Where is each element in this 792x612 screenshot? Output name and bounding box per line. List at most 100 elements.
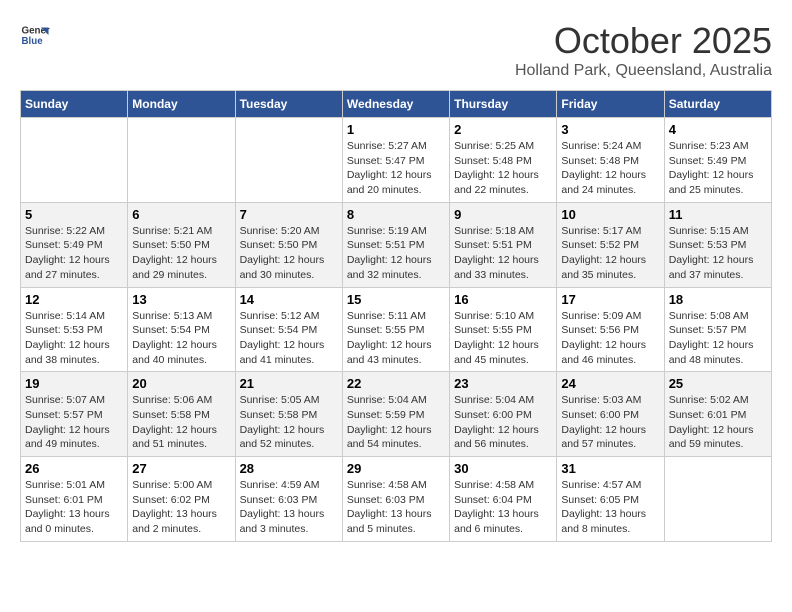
day-info: Sunrise: 5:01 AM Sunset: 6:01 PM Dayligh… bbox=[25, 478, 123, 537]
calendar-day-cell: 25 Sunrise: 5:02 AM Sunset: 6:01 PM Dayli… bbox=[664, 372, 771, 457]
weekday-header: Friday bbox=[557, 91, 664, 118]
calendar-day-cell: 5 Sunrise: 5:22 AM Sunset: 5:49 PM Daylig… bbox=[21, 202, 128, 287]
calendar-week-row: 5 Sunrise: 5:22 AM Sunset: 5:49 PM Daylig… bbox=[21, 202, 772, 287]
day-info: Sunrise: 5:05 AM Sunset: 5:58 PM Dayligh… bbox=[240, 393, 338, 452]
day-info: Sunrise: 5:22 AM Sunset: 5:49 PM Dayligh… bbox=[25, 224, 123, 283]
day-number: 10 bbox=[561, 207, 659, 222]
day-number: 9 bbox=[454, 207, 552, 222]
day-number: 18 bbox=[669, 292, 767, 307]
calendar-table: SundayMondayTuesdayWednesdayThursdayFrid… bbox=[20, 90, 772, 542]
calendar-day-cell: 14 Sunrise: 5:12 AM Sunset: 5:54 PM Dayli… bbox=[235, 287, 342, 372]
day-info: Sunrise: 5:11 AM Sunset: 5:55 PM Dayligh… bbox=[347, 309, 445, 368]
calendar-day-cell: 1 Sunrise: 5:27 AM Sunset: 5:47 PM Daylig… bbox=[342, 118, 449, 203]
calendar-day-cell: 19 Sunrise: 5:07 AM Sunset: 5:57 PM Dayli… bbox=[21, 372, 128, 457]
day-info: Sunrise: 4:58 AM Sunset: 6:04 PM Dayligh… bbox=[454, 478, 552, 537]
day-info: Sunrise: 5:03 AM Sunset: 6:00 PM Dayligh… bbox=[561, 393, 659, 452]
day-info: Sunrise: 5:06 AM Sunset: 5:58 PM Dayligh… bbox=[132, 393, 230, 452]
calendar-week-row: 19 Sunrise: 5:07 AM Sunset: 5:57 PM Dayli… bbox=[21, 372, 772, 457]
calendar-day-cell: 18 Sunrise: 5:08 AM Sunset: 5:57 PM Dayli… bbox=[664, 287, 771, 372]
page-header: General Blue October 2025 Holland Park, … bbox=[20, 20, 772, 80]
day-number: 24 bbox=[561, 376, 659, 391]
day-number: 1 bbox=[347, 122, 445, 137]
day-info: Sunrise: 5:27 AM Sunset: 5:47 PM Dayligh… bbox=[347, 139, 445, 198]
day-info: Sunrise: 5:12 AM Sunset: 5:54 PM Dayligh… bbox=[240, 309, 338, 368]
day-number: 22 bbox=[347, 376, 445, 391]
month-title: October 2025 bbox=[515, 20, 772, 62]
calendar-day-cell: 12 Sunrise: 5:14 AM Sunset: 5:53 PM Dayli… bbox=[21, 287, 128, 372]
location-title: Holland Park, Queensland, Australia bbox=[515, 62, 772, 80]
calendar-day-cell bbox=[21, 118, 128, 203]
weekday-header-row: SundayMondayTuesdayWednesdayThursdayFrid… bbox=[21, 91, 772, 118]
day-number: 30 bbox=[454, 461, 552, 476]
calendar-day-cell: 11 Sunrise: 5:15 AM Sunset: 5:53 PM Dayli… bbox=[664, 202, 771, 287]
day-number: 19 bbox=[25, 376, 123, 391]
day-info: Sunrise: 5:02 AM Sunset: 6:01 PM Dayligh… bbox=[669, 393, 767, 452]
logo-icon: General Blue bbox=[20, 20, 50, 50]
calendar-week-row: 26 Sunrise: 5:01 AM Sunset: 6:01 PM Dayli… bbox=[21, 457, 772, 542]
calendar-day-cell: 3 Sunrise: 5:24 AM Sunset: 5:48 PM Daylig… bbox=[557, 118, 664, 203]
weekday-header: Wednesday bbox=[342, 91, 449, 118]
day-info: Sunrise: 5:10 AM Sunset: 5:55 PM Dayligh… bbox=[454, 309, 552, 368]
calendar-day-cell: 29 Sunrise: 4:58 AM Sunset: 6:03 PM Dayli… bbox=[342, 457, 449, 542]
day-number: 27 bbox=[132, 461, 230, 476]
calendar-day-cell: 20Sunrise: 5:06 AM Sunset: 5:58 PM Dayli… bbox=[128, 372, 235, 457]
day-info: Sunrise: 5:17 AM Sunset: 5:52 PM Dayligh… bbox=[561, 224, 659, 283]
day-info: Sunrise: 5:24 AM Sunset: 5:48 PM Dayligh… bbox=[561, 139, 659, 198]
calendar-day-cell: 4 Sunrise: 5:23 AM Sunset: 5:49 PM Daylig… bbox=[664, 118, 771, 203]
day-number: 14 bbox=[240, 292, 338, 307]
calendar-day-cell bbox=[235, 118, 342, 203]
day-info: Sunrise: 5:19 AM Sunset: 5:51 PM Dayligh… bbox=[347, 224, 445, 283]
day-number: 25 bbox=[669, 376, 767, 391]
calendar-day-cell: 31Sunrise: 4:57 AM Sunset: 6:05 PM Dayli… bbox=[557, 457, 664, 542]
day-number: 28 bbox=[240, 461, 338, 476]
calendar-day-cell: 8 Sunrise: 5:19 AM Sunset: 5:51 PM Daylig… bbox=[342, 202, 449, 287]
calendar-week-row: 1 Sunrise: 5:27 AM Sunset: 5:47 PM Daylig… bbox=[21, 118, 772, 203]
day-number: 5 bbox=[25, 207, 123, 222]
calendar-day-cell: 23 Sunrise: 5:04 AM Sunset: 6:00 PM Dayli… bbox=[450, 372, 557, 457]
calendar-day-cell: 21 Sunrise: 5:05 AM Sunset: 5:58 PM Dayli… bbox=[235, 372, 342, 457]
calendar-day-cell: 27 Sunrise: 5:00 AM Sunset: 6:02 PM Dayli… bbox=[128, 457, 235, 542]
calendar-day-cell: 16Sunrise: 5:10 AM Sunset: 5:55 PM Dayli… bbox=[450, 287, 557, 372]
calendar-day-cell: 6 Sunrise: 5:21 AM Sunset: 5:50 PM Daylig… bbox=[128, 202, 235, 287]
day-info: Sunrise: 5:21 AM Sunset: 5:50 PM Dayligh… bbox=[132, 224, 230, 283]
day-number: 31 bbox=[561, 461, 659, 476]
day-info: Sunrise: 4:59 AM Sunset: 6:03 PM Dayligh… bbox=[240, 478, 338, 537]
day-info: Sunrise: 5:04 AM Sunset: 5:59 PM Dayligh… bbox=[347, 393, 445, 452]
calendar-day-cell: 13Sunrise: 5:13 AM Sunset: 5:54 PM Dayli… bbox=[128, 287, 235, 372]
day-info: Sunrise: 5:08 AM Sunset: 5:57 PM Dayligh… bbox=[669, 309, 767, 368]
day-info: Sunrise: 5:07 AM Sunset: 5:57 PM Dayligh… bbox=[25, 393, 123, 452]
calendar-day-cell: 2 Sunrise: 5:25 AM Sunset: 5:48 PM Daylig… bbox=[450, 118, 557, 203]
day-number: 4 bbox=[669, 122, 767, 137]
day-number: 23 bbox=[454, 376, 552, 391]
calendar-day-cell: 26 Sunrise: 5:01 AM Sunset: 6:01 PM Dayli… bbox=[21, 457, 128, 542]
day-number: 12 bbox=[25, 292, 123, 307]
day-info: Sunrise: 5:18 AM Sunset: 5:51 PM Dayligh… bbox=[454, 224, 552, 283]
day-info: Sunrise: 5:14 AM Sunset: 5:53 PM Dayligh… bbox=[25, 309, 123, 368]
day-number: 2 bbox=[454, 122, 552, 137]
calendar-day-cell bbox=[128, 118, 235, 203]
day-number: 11 bbox=[669, 207, 767, 222]
weekday-header: Saturday bbox=[664, 91, 771, 118]
logo: General Blue bbox=[20, 20, 50, 50]
day-number: 6 bbox=[132, 207, 230, 222]
day-number: 26 bbox=[25, 461, 123, 476]
day-info: Sunrise: 5:13 AM Sunset: 5:54 PM Dayligh… bbox=[132, 309, 230, 368]
weekday-header: Sunday bbox=[21, 91, 128, 118]
day-number: 21 bbox=[240, 376, 338, 391]
calendar-day-cell bbox=[664, 457, 771, 542]
day-number: 8 bbox=[347, 207, 445, 222]
day-info: Sunrise: 5:23 AM Sunset: 5:49 PM Dayligh… bbox=[669, 139, 767, 198]
day-number: 15 bbox=[347, 292, 445, 307]
day-number: 3 bbox=[561, 122, 659, 137]
calendar-day-cell: 22 Sunrise: 5:04 AM Sunset: 5:59 PM Dayli… bbox=[342, 372, 449, 457]
day-info: Sunrise: 5:04 AM Sunset: 6:00 PM Dayligh… bbox=[454, 393, 552, 452]
day-number: 29 bbox=[347, 461, 445, 476]
day-info: Sunrise: 4:58 AM Sunset: 6:03 PM Dayligh… bbox=[347, 478, 445, 537]
calendar-day-cell: 9 Sunrise: 5:18 AM Sunset: 5:51 PM Daylig… bbox=[450, 202, 557, 287]
calendar-day-cell: 15 Sunrise: 5:11 AM Sunset: 5:55 PM Dayli… bbox=[342, 287, 449, 372]
day-info: Sunrise: 5:00 AM Sunset: 6:02 PM Dayligh… bbox=[132, 478, 230, 537]
day-info: Sunrise: 5:15 AM Sunset: 5:53 PM Dayligh… bbox=[669, 224, 767, 283]
day-info: Sunrise: 5:25 AM Sunset: 5:48 PM Dayligh… bbox=[454, 139, 552, 198]
calendar-day-cell: 17Sunrise: 5:09 AM Sunset: 5:56 PM Dayli… bbox=[557, 287, 664, 372]
day-number: 17 bbox=[561, 292, 659, 307]
